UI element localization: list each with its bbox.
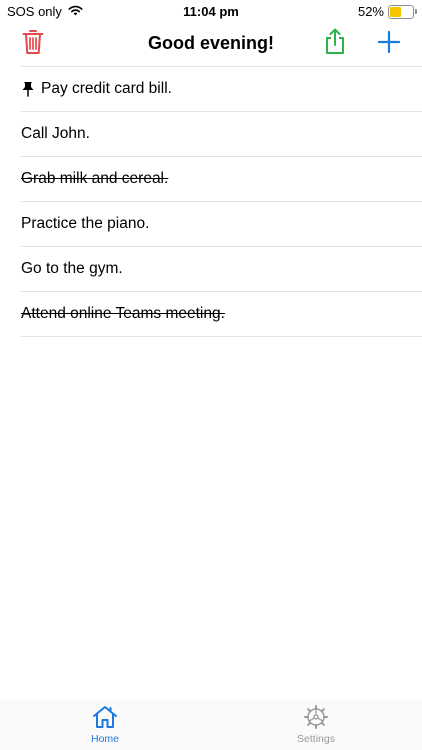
todo-list: Pay credit card bill. Call John. Grab milk… xyxy=(21,66,422,337)
pin-icon xyxy=(21,81,35,97)
list-item-label: Grab milk and cereal. xyxy=(21,170,169,187)
tab-home-label: Home xyxy=(90,733,119,745)
todo-screen: SOS only 11:04 pm 52% Good evening! Pay … xyxy=(0,0,422,750)
add-button[interactable] xyxy=(373,28,405,60)
battery-fill xyxy=(390,6,402,17)
list-item[interactable]: Call John. xyxy=(21,111,422,156)
list-item-label: Practice the piano. xyxy=(21,215,150,232)
battery-percent: 52% xyxy=(357,4,384,19)
plus-icon xyxy=(377,30,401,58)
list-item[interactable]: Practice the piano. xyxy=(21,201,422,246)
list-item[interactable]: Grab milk and cereal. xyxy=(21,156,422,201)
tab-settings-label: Settings xyxy=(297,733,335,745)
list-item-label: Attend online Teams meeting. xyxy=(21,305,225,322)
tab-settings[interactable]: Settings xyxy=(271,705,361,745)
tab-bar: Home Settings xyxy=(0,700,422,750)
share-icon xyxy=(324,28,346,60)
list-item-label: Go to the gym. xyxy=(21,260,123,277)
tab-home[interactable]: Home xyxy=(60,705,150,745)
gear-icon xyxy=(271,705,361,729)
share-button[interactable] xyxy=(319,28,351,60)
page-title: Good evening! xyxy=(148,33,274,53)
battery-icon xyxy=(388,4,417,19)
status-right: 52% xyxy=(357,4,417,19)
list-item-label: Call John. xyxy=(21,125,90,142)
nav-bar: Good evening! xyxy=(0,24,422,64)
list-item[interactable]: Attend online Teams meeting. xyxy=(21,291,422,337)
house-icon xyxy=(60,705,150,729)
list-item[interactable]: Pay credit card bill. xyxy=(21,66,422,111)
status-bar: SOS only 11:04 pm 52% xyxy=(0,0,422,24)
list-item[interactable]: Go to the gym. xyxy=(21,246,422,291)
list-item-label: Pay credit card bill. xyxy=(41,80,172,97)
